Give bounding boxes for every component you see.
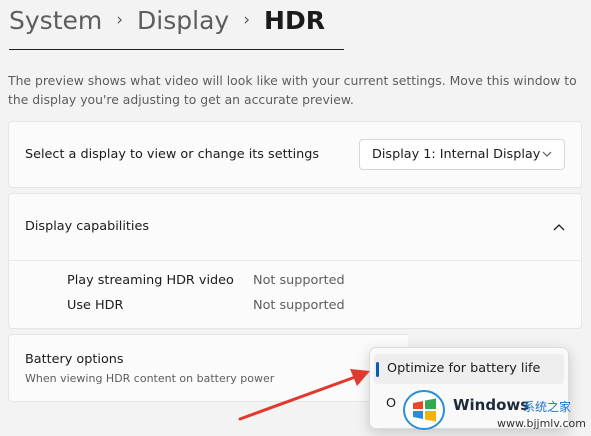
select-display-card: Select a display to view or change its s… [8, 121, 582, 188]
capability-name: Use HDR [67, 298, 124, 313]
breadcrumb-system[interactable]: System [9, 6, 102, 35]
preview-description: The preview shows what video will look l… [8, 73, 577, 107]
chevron-down-icon [542, 151, 552, 157]
breadcrumb: System › Display › HDR [9, 0, 325, 40]
battery-options-card: Battery options When viewing HDR content… [8, 334, 408, 402]
watermark-cn-text: 系统之家 [523, 400, 572, 414]
battery-options-subtitle: When viewing HDR content on battery powe… [25, 372, 275, 385]
watermark: Windows 系统之家 www.bjjmlv.com [397, 386, 591, 436]
battery-options-title: Battery options [25, 352, 124, 367]
menu-item-label: Optimize for battery life [387, 361, 541, 376]
chevron-up-icon[interactable] [553, 223, 565, 231]
chevron-right-icon: › [116, 10, 124, 30]
display-dropdown[interactable]: Display 1: Internal Display [359, 139, 565, 170]
selection-indicator [376, 362, 379, 377]
display-capabilities-title: Display capabilities [25, 219, 149, 234]
watermark-url: www.bjjmlv.com [497, 417, 586, 430]
capability-value: Not supported [253, 273, 345, 288]
breadcrumb-display[interactable]: Display [137, 6, 229, 35]
capability-name: Play streaming HDR video [67, 273, 234, 288]
page-title: HDR [264, 5, 325, 35]
menu-item-optimize-battery[interactable]: Optimize for battery life [374, 354, 564, 384]
watermark-title: Windows [453, 396, 530, 414]
display-dropdown-value: Display 1: Internal Display [372, 147, 541, 162]
divider [9, 260, 581, 261]
title-underline [9, 49, 344, 50]
windows-logo-icon [403, 390, 445, 430]
capability-value: Not supported [253, 298, 345, 313]
chevron-right-icon: › [243, 10, 251, 30]
select-display-label: Select a display to view or change its s… [25, 147, 320, 162]
display-capabilities-card: Display capabilities Play streaming HDR … [8, 193, 582, 329]
display-capabilities-header[interactable]: Display capabilities [9, 194, 581, 260]
